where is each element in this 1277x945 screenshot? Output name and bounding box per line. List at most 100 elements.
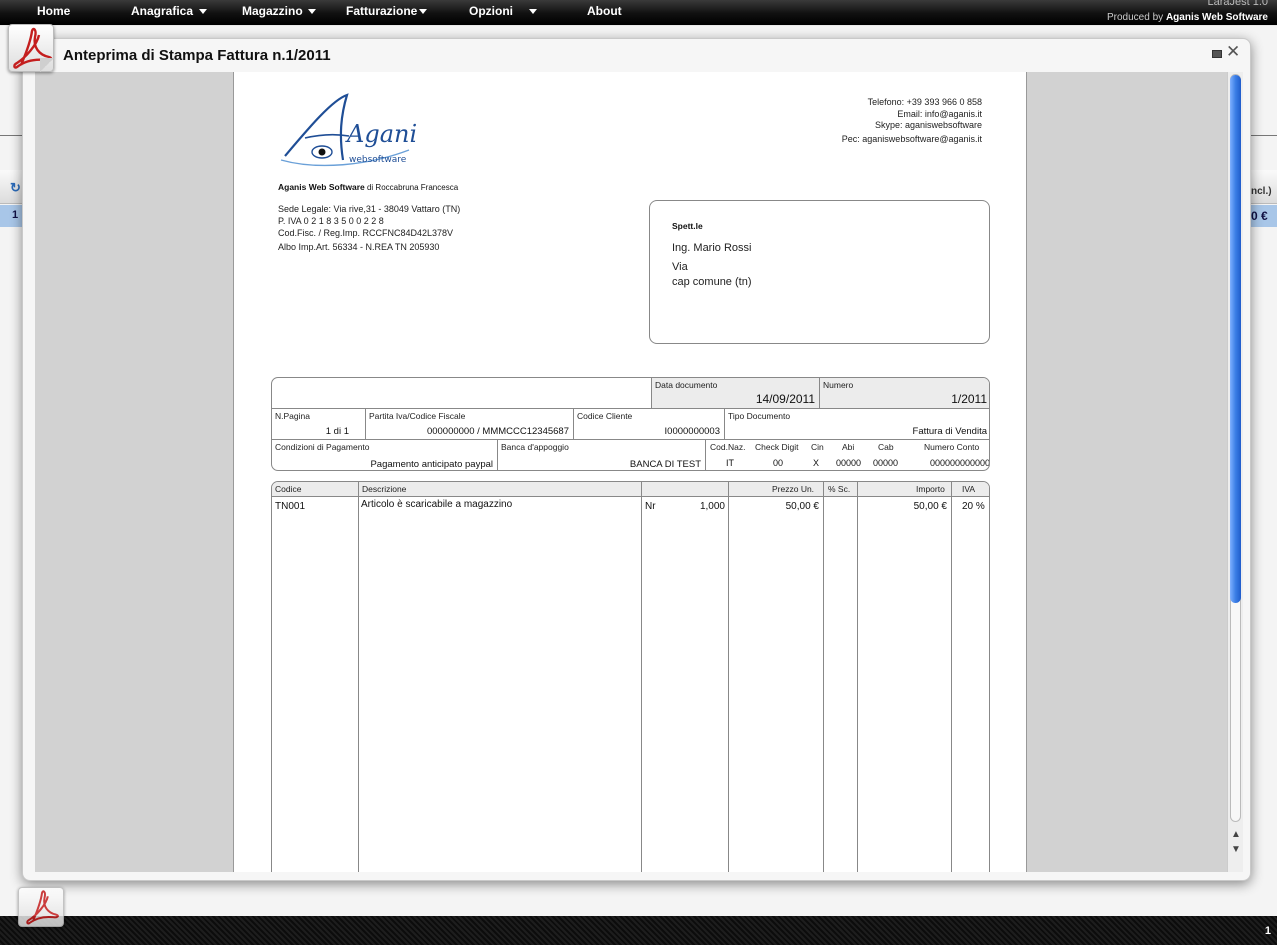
company-fiscal-code: Cod.Fisc. / Reg.Imp. RCCFNC84D42L378V xyxy=(278,228,454,238)
vat-code-value: 000000000 / MMMCCC12345687 xyxy=(426,426,569,437)
items-table-header: Codice Descrizione Prezzo Un. % Sc. Impo… xyxy=(272,482,989,497)
col-description: Descrizione xyxy=(362,484,407,494)
company-logo: Aganis websoftware xyxy=(280,93,417,167)
produced-by-name: Aganis Web Software xyxy=(1165,12,1268,23)
company-register: Albo Imp.Art. 56334 - N.REA TN 205930 xyxy=(278,242,440,252)
background-row-number: 1 xyxy=(12,209,19,221)
pdf-viewer[interactable]: Aganis websoftware Aganis Web Software d… xyxy=(35,72,1227,872)
doc-date-label: Data documento xyxy=(655,380,718,390)
chevron-down-icon xyxy=(308,9,316,14)
column-divider xyxy=(857,482,858,872)
recipient-label: Spett.le xyxy=(672,221,703,231)
row-code: TN001 xyxy=(275,501,306,512)
bank-label: Banca d'appoggio xyxy=(501,442,569,452)
row-unit-price: 50,00 € xyxy=(785,501,819,512)
row-amount: 50,00 € xyxy=(913,501,947,512)
company-address: Sede Legale: Via rive,31 - 38049 Vattaro… xyxy=(278,204,461,214)
top-nav-bar: Home Anagrafica Magazzino Fatturazione O… xyxy=(0,0,1277,25)
invoice-page: Aganis websoftware Aganis Web Software d… xyxy=(233,72,1027,872)
col-vat: IVA xyxy=(962,484,976,494)
client-code-value: I0000000003 xyxy=(664,426,720,437)
check-digit-value: 00 xyxy=(773,458,784,468)
abi-value: 00000 xyxy=(836,458,862,468)
vat-code-label: Partita Iva/Codice Fiscale xyxy=(369,411,466,421)
doc-type-label: Tipo Documento xyxy=(728,411,791,421)
nav-about[interactable]: About xyxy=(587,3,622,19)
row-quantity: 1,000 xyxy=(699,501,725,512)
cab-value: 00000 xyxy=(873,458,899,468)
company-owner: di Roccabruna Francesca xyxy=(366,183,459,192)
account-number-value: 000000000000 xyxy=(930,458,990,468)
minimize-icon[interactable] xyxy=(1212,50,1222,58)
country-code-value: IT xyxy=(726,458,734,468)
produced-prefix: Produced by xyxy=(1107,12,1164,23)
nav-anagrafica[interactable]: Anagrafica xyxy=(131,3,211,19)
country-code-label: Cod.Naz. xyxy=(710,442,746,452)
nav-about-label: About xyxy=(587,4,622,18)
page-number-label: N.Pagina xyxy=(275,411,310,421)
recipient-city: cap comune (tn) xyxy=(672,276,752,288)
nav-magazzino[interactable]: Magazzino xyxy=(242,3,322,19)
close-icon[interactable]: ✕ xyxy=(1226,42,1240,62)
scroll-down-icon[interactable]: ▼ xyxy=(1231,844,1241,855)
cin-value: X xyxy=(813,458,820,468)
client-code-label: Codice Cliente xyxy=(577,411,633,421)
doc-number-value: 1/2011 xyxy=(951,392,987,406)
refresh-icon[interactable]: ↻ xyxy=(10,180,21,196)
doc-type-value: Fattura di Vendita xyxy=(912,426,987,437)
payment-terms-label: Condizioni di Pagamento xyxy=(275,442,370,452)
nav-fatturazione[interactable]: Fatturazione xyxy=(346,3,434,19)
row-unit: Nr xyxy=(645,501,656,512)
chevron-down-icon xyxy=(419,9,427,14)
cin-label: Cin xyxy=(811,442,824,452)
account-number-label: Numero Conto xyxy=(924,442,980,452)
logo-text: Aganis xyxy=(345,120,417,148)
doc-date-value: 14/09/2011 xyxy=(755,392,815,406)
nav-home-label: Home xyxy=(37,4,71,18)
scroll-thumb[interactable] xyxy=(1230,75,1241,603)
nav-magazzino-label: Magazzino xyxy=(242,4,303,18)
nav-fatturazione-label: Fatturazione xyxy=(346,4,418,18)
bank-cell: Banca d'appoggio BANCA DI TEST xyxy=(498,440,706,470)
nav-home[interactable]: Home xyxy=(37,3,70,19)
column-divider xyxy=(728,482,729,872)
column-divider xyxy=(358,482,359,872)
dialog-title: Anteprima di Stampa Fattura n.1/2011 xyxy=(63,47,331,64)
viewer-scrollbar[interactable]: ▲ ▼ xyxy=(1227,72,1243,872)
client-code-cell: Codice Cliente I0000000003 xyxy=(574,409,725,440)
pdf-icon[interactable] xyxy=(8,24,54,72)
contact-pec: Pec: aganiswebsoftware@aganis.it xyxy=(841,134,982,144)
column-divider xyxy=(823,482,824,872)
col-code: Codice xyxy=(275,484,302,494)
pdf-icon-fold xyxy=(40,58,54,72)
doc-number-label: Numero xyxy=(823,380,854,390)
col-amount: Importo xyxy=(916,484,945,494)
app-produced-by: Produced by Aganis Web Software xyxy=(1107,12,1268,23)
doc-number-cell: Numero 1/2011 xyxy=(820,378,989,409)
cab-label: Cab xyxy=(878,442,894,452)
doc-date-cell: Data documento 14/09/2011 xyxy=(652,378,820,409)
recipient-name: Ing. Mario Rossi xyxy=(672,242,752,254)
row-description: Articolo è scaricabile a magazzino xyxy=(361,499,513,510)
vat-code-cell: Partita Iva/Codice Fiscale 000000000 / M… xyxy=(366,409,574,440)
items-table: Codice Descrizione Prezzo Un. % Sc. Impo… xyxy=(271,481,990,872)
contact-skype: Skype: aganiswebsoftware xyxy=(874,120,982,130)
app-title: LaraJest 1.0 xyxy=(1207,0,1268,8)
chevron-down-icon xyxy=(199,9,207,14)
company-name: Aganis Web Software di Roccabruna France… xyxy=(278,182,458,192)
pdf-icon[interactable] xyxy=(18,887,64,927)
background-row-value: 0 € xyxy=(1251,209,1268,223)
nav-opzioni[interactable]: Opzioni xyxy=(469,3,541,19)
abi-label: Abi xyxy=(842,442,855,452)
contact-phone: Telefono: +39 393 966 0 858 xyxy=(867,97,982,107)
page-number-value: 1 di 1 xyxy=(325,426,349,437)
contact-email: Email: info@aganis.it xyxy=(897,109,982,119)
acrobat-logo-icon xyxy=(26,890,59,925)
payment-terms-value: Pagamento anticipato paypal xyxy=(370,459,493,470)
nav-opzioni-label: Opzioni xyxy=(469,4,513,18)
iban-cell: Cod.Naz. Check Digit Cin Abi Cab Numero … xyxy=(706,440,990,470)
header-empty-cell xyxy=(272,378,652,409)
scroll-up-icon[interactable]: ▲ xyxy=(1231,829,1241,840)
bottom-bar: 1 xyxy=(0,916,1277,945)
check-digit-label: Check Digit xyxy=(755,442,799,452)
